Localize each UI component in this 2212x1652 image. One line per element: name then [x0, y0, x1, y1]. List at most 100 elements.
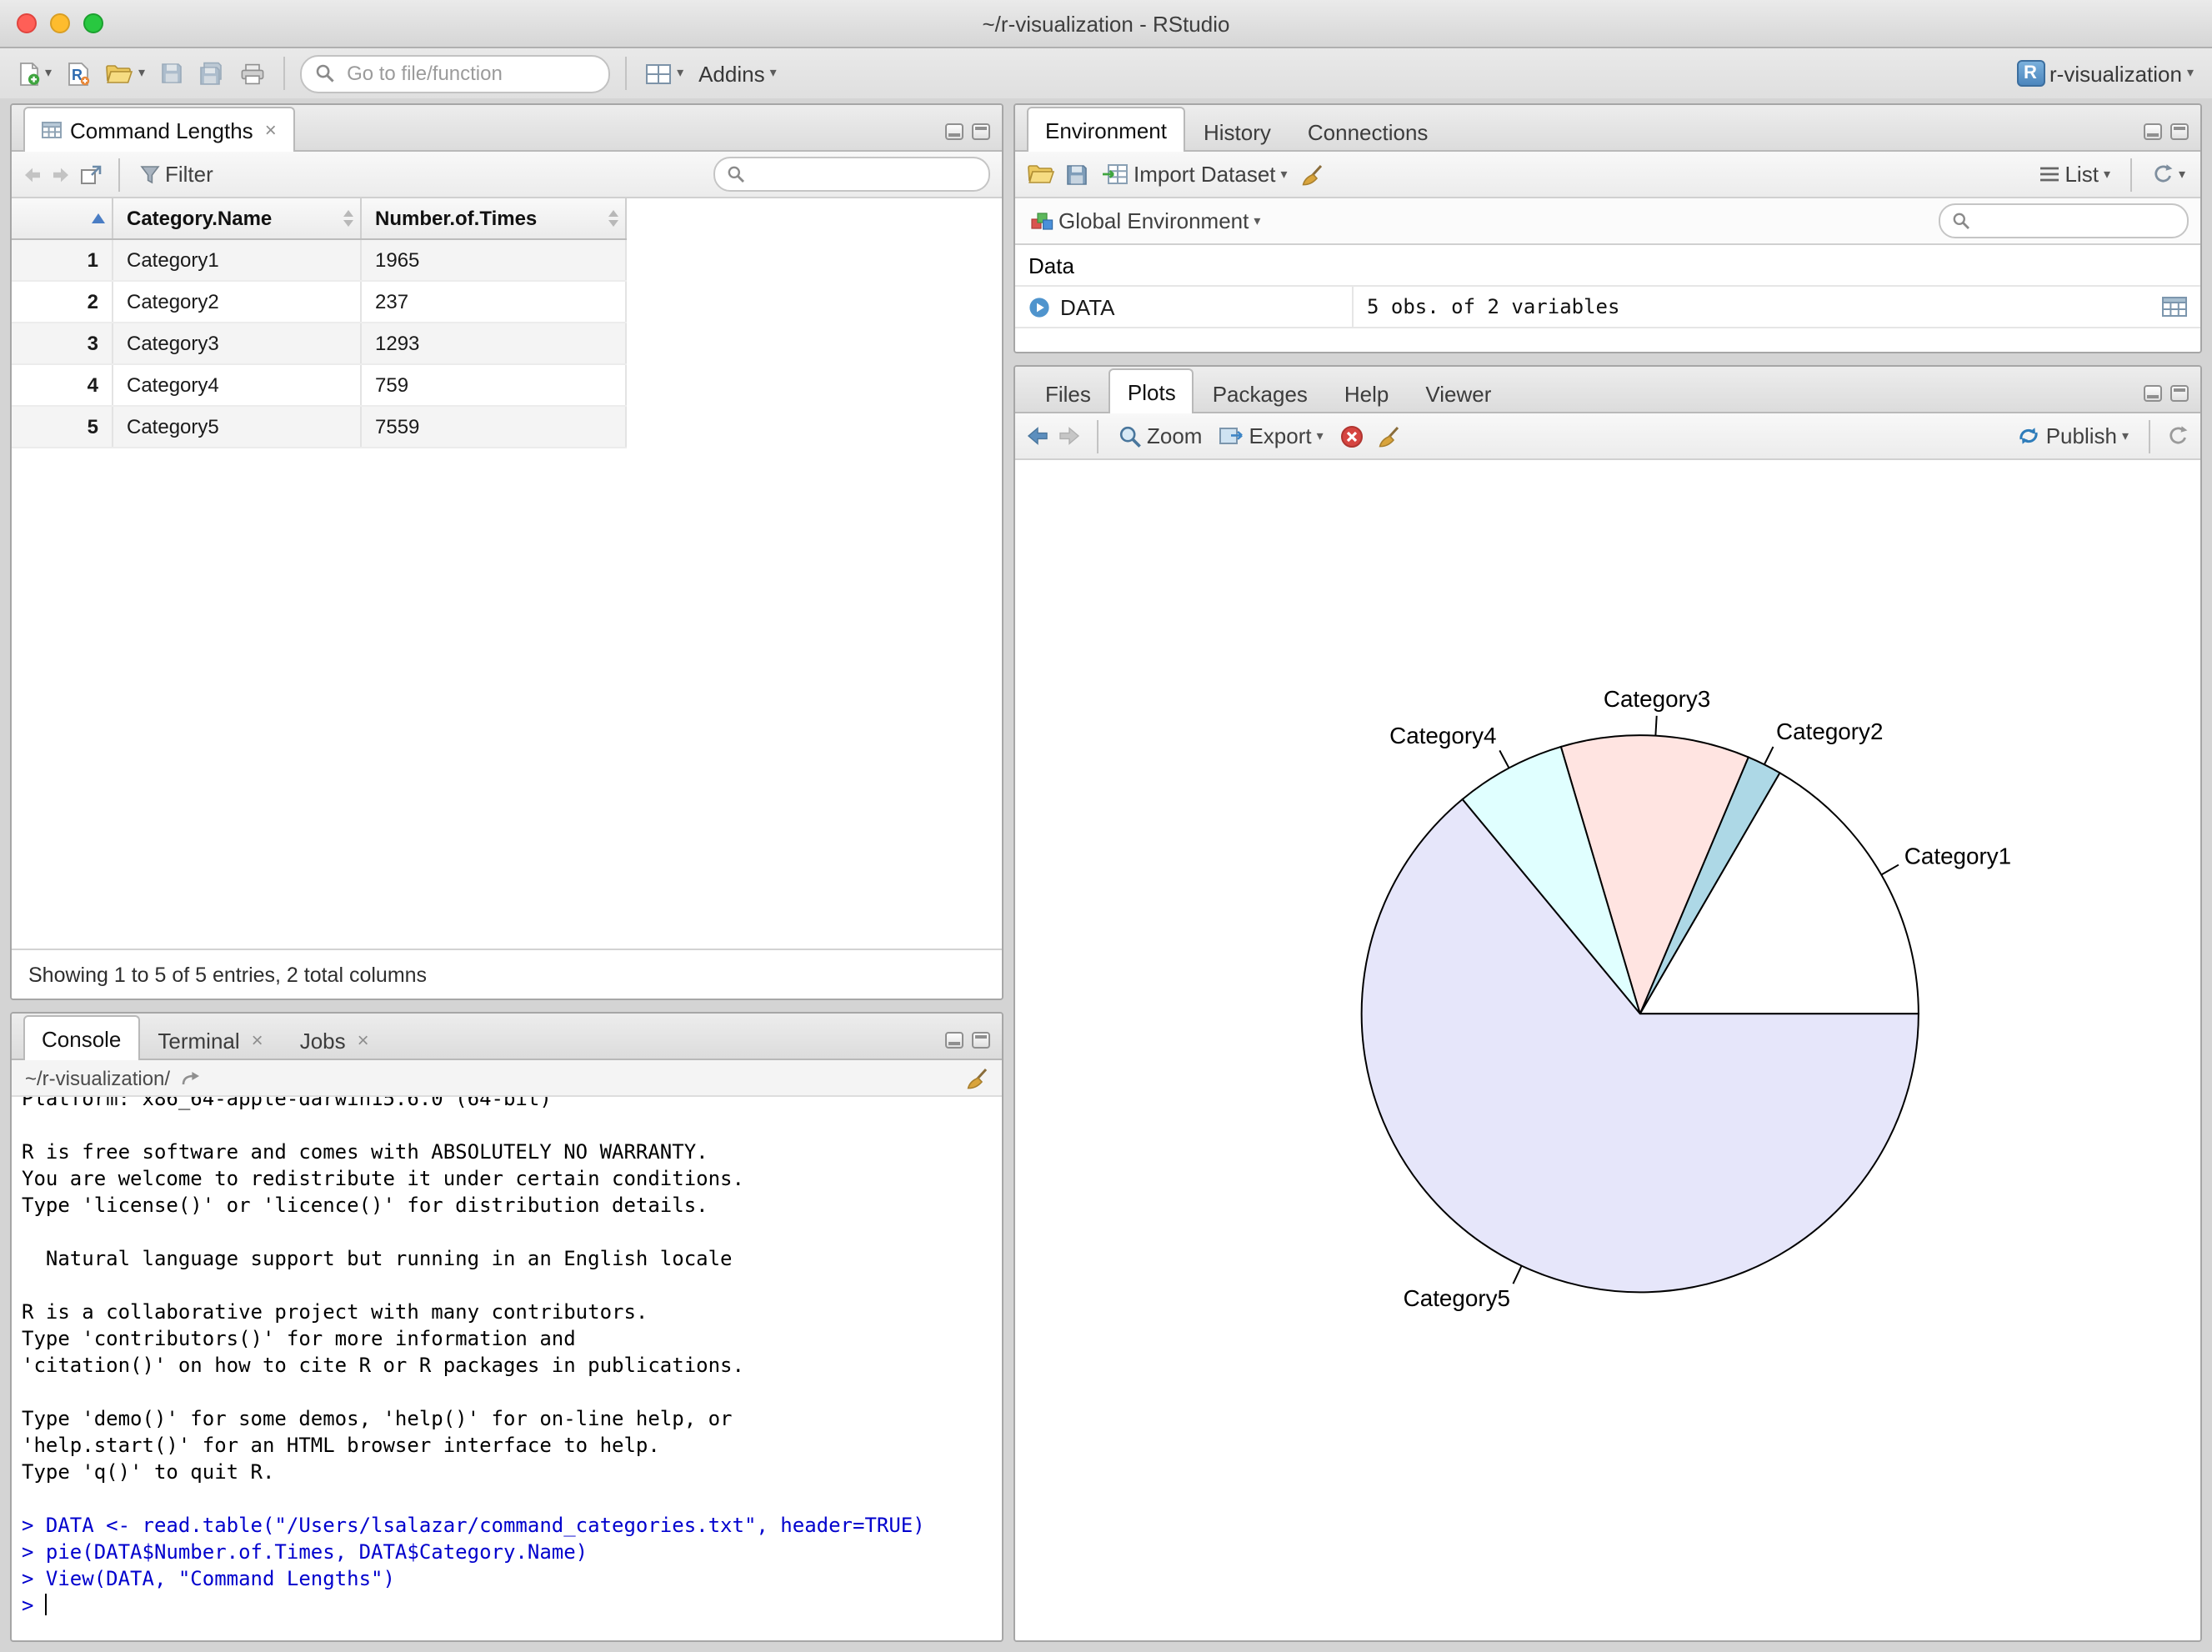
- tab-terminal[interactable]: Terminal ×: [139, 1019, 281, 1060]
- tab-jobs[interactable]: Jobs ×: [282, 1019, 388, 1060]
- pane-window-buttons: [933, 1032, 1002, 1059]
- new-file-button[interactable]: ▾: [15, 58, 55, 89]
- toolbar-separator: [118, 158, 120, 191]
- filter-button[interactable]: Filter: [137, 158, 217, 190]
- table-row[interactable]: 2 Category2 237: [12, 281, 627, 323]
- minimize-pane-button[interactable]: [2144, 385, 2162, 402]
- tab-files[interactable]: Files: [1027, 372, 1109, 413]
- tab-environment[interactable]: Environment: [1027, 107, 1185, 152]
- minimize-window-button[interactable]: [50, 13, 70, 33]
- tab-command-lengths[interactable]: Command Lengths ×: [23, 107, 295, 152]
- column-header-category-name[interactable]: Category.Name: [113, 198, 362, 240]
- pie-label-category1: Category1: [1904, 844, 2011, 869]
- view-table-icon: [2162, 297, 2187, 317]
- data-viewer-toolbar: Filter: [12, 152, 1002, 198]
- maximize-pane-button[interactable]: [2170, 123, 2189, 140]
- row-number-cell: 1: [12, 239, 113, 282]
- clear-environment-broom-icon[interactable]: [1301, 163, 1324, 186]
- tab-connections[interactable]: Connections: [1289, 110, 1447, 152]
- tab-history[interactable]: History: [1185, 110, 1289, 152]
- forward-arrow-icon[interactable]: [52, 166, 70, 183]
- maximize-pane-button[interactable]: [972, 123, 990, 140]
- open-file-button[interactable]: ▾: [102, 59, 148, 88]
- main-toolbar: ▾ R ▾ ▾ Addins ▾: [0, 48, 2212, 100]
- environment-search-input[interactable]: [1977, 208, 2175, 234]
- load-workspace-icon[interactable]: [1027, 163, 1055, 185]
- close-tab-icon[interactable]: ×: [252, 1029, 263, 1052]
- import-dataset-label: Import Dataset: [1134, 162, 1276, 187]
- zoom-plot-button[interactable]: Zoom: [1115, 420, 1205, 452]
- view-object-button[interactable]: [2149, 287, 2200, 327]
- go-to-directory-icon[interactable]: [182, 1069, 203, 1086]
- tab-plots[interactable]: Plots: [1109, 368, 1194, 413]
- minimize-pane-button[interactable]: [945, 123, 963, 140]
- maximize-pane-button[interactable]: [2170, 385, 2189, 402]
- import-dataset-button[interactable]: Import Dataset ▾: [1098, 158, 1291, 190]
- row-number-header[interactable]: [12, 198, 113, 240]
- column-header-number-of-times[interactable]: Number.of.Times: [361, 198, 627, 240]
- chevron-down-icon: ▾: [1280, 166, 1288, 181]
- print-button[interactable]: [237, 59, 268, 88]
- tab-console[interactable]: Console: [23, 1015, 140, 1060]
- refresh-environment-button[interactable]: ▾: [2149, 160, 2189, 188]
- refresh-icon: [2154, 164, 2173, 183]
- row-number-cell: 5: [12, 406, 113, 448]
- chevron-down-icon: ▾: [2178, 166, 2185, 181]
- new-project-icon: R: [68, 62, 90, 85]
- tab-packages[interactable]: Packages: [1194, 372, 1326, 413]
- environment-object-row[interactable]: DATA 5 obs. of 2 variables: [1015, 285, 2200, 328]
- project-menu-button[interactable]: R r-visualization ▾: [2013, 57, 2197, 90]
- table-row[interactable]: 1 Category1 1965: [12, 239, 627, 282]
- sort-arrows-icon: [608, 210, 618, 227]
- tab-help[interactable]: Help: [1326, 372, 1408, 413]
- working-directory[interactable]: ~/r-visualization/: [25, 1066, 170, 1089]
- close-window-button[interactable]: [17, 13, 37, 33]
- environment-scope-selector[interactable]: Global Environment ▾: [1027, 205, 1264, 237]
- save-workspace-icon[interactable]: [1065, 163, 1088, 186]
- console-path-bar: ~/r-visualization/: [12, 1060, 1002, 1097]
- data-viewer-search-input[interactable]: [752, 161, 977, 188]
- table-cell: 1293: [361, 323, 627, 365]
- console-output-line: Type 'license()' or 'licence()' for dist…: [22, 1194, 708, 1217]
- previous-plot-button[interactable]: [1027, 427, 1048, 445]
- close-tab-icon[interactable]: ×: [358, 1029, 369, 1052]
- minimize-pane-button[interactable]: [945, 1032, 963, 1049]
- save-all-icon: [200, 62, 222, 85]
- table-cell: 759: [361, 364, 627, 407]
- open-in-new-window-icon[interactable]: [80, 164, 102, 184]
- pie-label-leader-line: [1763, 746, 1774, 765]
- table-row[interactable]: 5 Category5 7559: [12, 406, 627, 448]
- minimize-pane-button[interactable]: [2144, 123, 2162, 140]
- export-plot-button[interactable]: Export ▾: [1215, 420, 1326, 452]
- save-all-button[interactable]: [195, 58, 228, 88]
- expand-object-icon[interactable]: [1028, 296, 1050, 318]
- save-button[interactable]: [157, 58, 187, 88]
- publish-button[interactable]: Publish ▾: [2014, 420, 2132, 452]
- addins-button[interactable]: Addins ▾: [695, 58, 780, 89]
- console-input-line: > View(DATA, "Command Lengths"): [22, 1567, 395, 1590]
- goto-file-input[interactable]: [343, 60, 596, 87]
- close-tab-icon[interactable]: ×: [265, 118, 277, 142]
- new-project-button[interactable]: R: [63, 58, 93, 89]
- refresh-plot-icon[interactable]: [2167, 425, 2189, 447]
- tab-viewer[interactable]: Viewer: [1407, 372, 1509, 413]
- table-row[interactable]: 4 Category4 759: [12, 364, 627, 407]
- environment-tabbar: Environment History Connections: [1015, 105, 2200, 152]
- fullscreen-window-button[interactable]: [83, 13, 103, 33]
- remove-plot-button[interactable]: [1337, 421, 1367, 451]
- environment-search-box: [1939, 203, 2189, 238]
- clear-plots-broom-icon[interactable]: [1377, 424, 1400, 448]
- text-cursor: [45, 1594, 48, 1615]
- pane-layout-button[interactable]: ▾: [642, 59, 687, 88]
- next-plot-button[interactable]: [1058, 427, 1080, 445]
- maximize-pane-button[interactable]: [972, 1032, 990, 1049]
- console-output[interactable]: Platform: x86_64-apple-darwin15.6.0 (64-…: [12, 1097, 1002, 1640]
- clear-console-broom-icon[interactable]: [965, 1066, 988, 1089]
- table-row[interactable]: 3 Category3 1293: [12, 323, 627, 365]
- environment-section-label: Data: [1028, 253, 1074, 278]
- plots-tabbar: Files Plots Packages Help Viewer: [1015, 367, 2200, 413]
- back-arrow-icon[interactable]: [23, 166, 42, 183]
- list-view-button[interactable]: List ▾: [2034, 158, 2114, 190]
